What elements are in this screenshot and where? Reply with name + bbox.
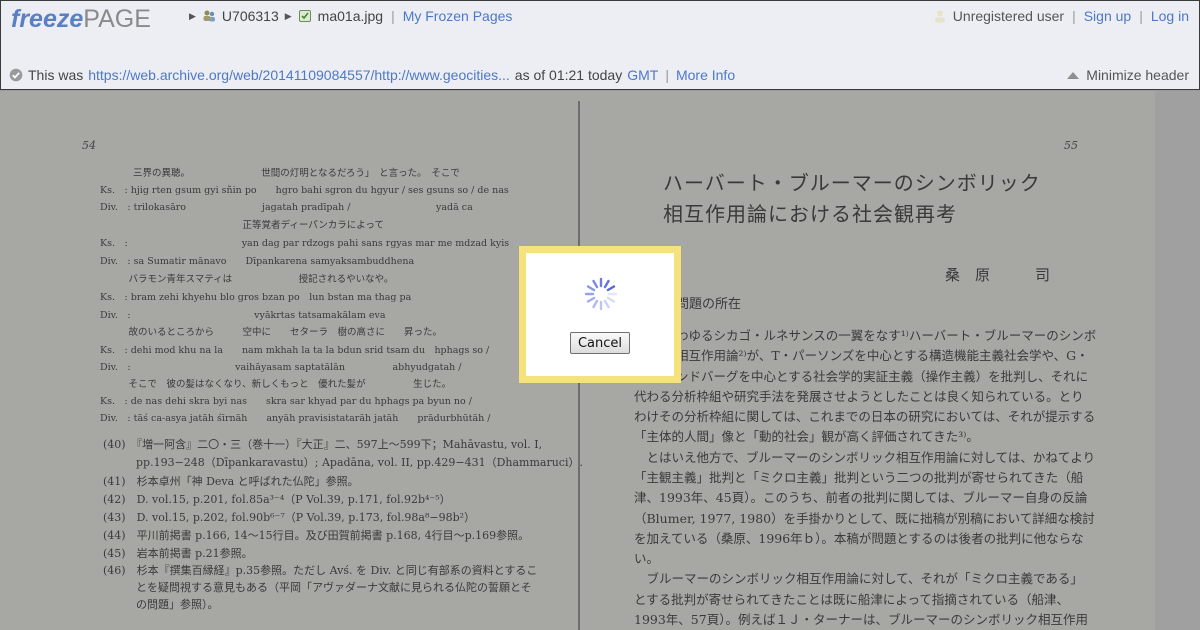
breadcrumb: ▶ U706313 ▶ ma01a.jpg | My Frozen Pages (189, 8, 512, 24)
note-line: の問題」参照）。 (103, 598, 219, 611)
note-line: (44) 平川前掲書 p.166, 14〜15行目。及び田賀前掲書 p.168,… (103, 529, 530, 542)
freezepage-logo[interactable]: freezePAGE (11, 5, 151, 34)
separator: | (391, 8, 395, 24)
my-frozen-pages-link[interactable]: My Frozen Pages (403, 8, 513, 24)
text-line: 津、1993年、45頁）。このうち、前者の批判に関しては、ブルーマー自身の反論 (634, 490, 1088, 505)
text-line: Ks. : dehi mod khu na la nam mkhah la ta… (100, 345, 490, 356)
text-line: とはいえ他方で、ブルーマーのシンボリック相互作用論に対しては、かねてより (634, 450, 1096, 465)
text-line: 三界の異聴。 世間の灯明となるだろう」 と言った。 そこで (133, 168, 460, 179)
note-line: (46) 杉本『撰集百縁経』p.35参照。ただし Avś. を Div. と同じ… (103, 564, 538, 577)
text-line: Div. : tāś ca-asya jatāh śīrnāh anyāh pr… (100, 413, 491, 424)
text-line: 「主体的人間」像と「動的社会」観が高く評価されてきた³⁾。 (634, 429, 979, 444)
check-circle-icon (9, 68, 23, 82)
spinner-spoke (606, 296, 616, 303)
left-page-number: 54 (82, 139, 96, 152)
more-info-link[interactable]: More Info (676, 67, 735, 83)
text-line: Ks. : bram zehi khyehu blo gros bzan po … (100, 292, 412, 303)
text-line: 正等覚者ディーパンカラによって (100, 220, 384, 231)
log-in-link[interactable]: Log in (1151, 8, 1189, 24)
separator: | (1139, 8, 1143, 24)
note-line: (41) 杉本卓州「神 Deva と呼ばれた仏陀」参照。 (103, 475, 359, 488)
text-line: Div. : vaihāyasam saptatālān abhyudgatah… (100, 362, 462, 373)
article-title-line-2: 相互作用論における社会観再考 (663, 202, 957, 226)
spinner-spoke (592, 299, 599, 309)
minimize-header-button[interactable]: Minimize header (1066, 67, 1189, 83)
author-name: 桑 原 司 (945, 266, 1051, 284)
loading-spinner-icon (584, 277, 618, 311)
spinner-spoke (603, 299, 610, 309)
text-line: Div. : trilokasāro jagatah pradīpah / ya… (100, 202, 473, 213)
breadcrumb-user-id[interactable]: U706313 (222, 8, 279, 24)
minimize-header-label: Minimize header (1086, 67, 1189, 83)
separator: | (665, 67, 669, 83)
triangle-up-icon (1067, 72, 1080, 79)
cancel-button[interactable]: Cancel (570, 332, 630, 354)
spinner-spoke (606, 285, 616, 292)
user-area: Unregistered user | Sign up | Log in (933, 8, 1189, 24)
spinner-spoke (603, 279, 610, 289)
image-file-icon (298, 10, 311, 22)
note-line: pp.193−248（Dīpankaravastu）; Apadāna, vol… (103, 456, 583, 469)
user-status: Unregistered user (952, 8, 1065, 24)
chevron-right-icon: ▶ (284, 10, 292, 21)
text-line: 代わる分析枠組や研究手法を発展させようとしたことは良く知られている。とり (634, 389, 1084, 404)
text-line: Ks. : yan dag par rdzogs pahi sans rgyas… (100, 238, 510, 249)
spinner-spoke (586, 285, 596, 292)
text-line: ブルーマーのシンボリック相互作用論に対して、それが「ミクロ主義である」 (634, 571, 1083, 586)
spinner-spoke (586, 296, 596, 303)
note-line: (40) 『増一阿含』二〇・三（巻十一）『大正』二、597上〜599下；Mahā… (103, 438, 543, 451)
note-line: (43) D. vol.15, p.202, fol.90b⁶⁻⁷（P Vol.… (103, 511, 476, 524)
text-line: バラモン青年スマティは 授記されるやいなや。 (100, 274, 394, 285)
note-line: (45) 岩本前掲書 p.21参照。 (103, 547, 253, 560)
logo-part-page: PAGE (83, 5, 151, 33)
text-line: 相互作用論²⁾が、T・パーソンズを中心とする構造機能主義社会学や、G・ (676, 348, 1089, 363)
separator: | (1072, 8, 1076, 24)
freezepage-header: freezePAGE ▶ U706313 ▶ ma01a.jpg | My Fr… (0, 0, 1200, 90)
user-icon (934, 10, 945, 23)
text-line: い。 (634, 551, 660, 566)
users-icon (203, 10, 215, 22)
text-line: を加えている（桑原、1996年ｂ）。本稿が問題とするのは後者の批判に他ならな (634, 531, 1084, 546)
text-line: とする批判が寄せられてきたことは既に船津によって指摘されている（船津、 (634, 592, 1070, 607)
section-heading: 問題の所在 (676, 297, 742, 312)
loading-dialog: Cancel (519, 246, 681, 383)
text-line: わゆるシカゴ・ルネサンスの一翼をなす¹⁾ハーバート・ブルーマーのシンボ (676, 328, 1097, 343)
text-line: 故のいるところから 空中に セターラ 樹の高さに 昇った。 (100, 327, 443, 338)
text-line: Div. : vyākrtas tatsamakālam eva (100, 310, 386, 321)
info-as-of: as of 01:21 today (514, 67, 623, 83)
spinner-spoke (592, 279, 599, 289)
text-line: わけその分析枠組に関しては、これまでの日本の研究においては、それが提示する (634, 409, 1096, 424)
article-title-line-1: ハーバート・ブルーマーのシンボリック (663, 171, 1041, 195)
timezone-link[interactable]: GMT (627, 67, 658, 83)
info-prefix: This was (28, 67, 84, 83)
logo-part-freeze: freeze (11, 5, 84, 33)
sign-up-link[interactable]: Sign up (1084, 8, 1131, 24)
text-line: そこで 彼の髪はなくなり、新しくもっと 優れた髪が 生じた。 (100, 379, 452, 390)
breadcrumb-filename[interactable]: ma01a.jpg (318, 8, 383, 24)
chevron-right-icon: ▶ (189, 10, 196, 21)
source-url-link[interactable]: https://web.archive.org/web/201411090845… (88, 67, 510, 83)
text-line: Ks. : hjig rten gsum gyi sñin po hgro ba… (100, 185, 509, 196)
note-line: とを疑問視する意見もある（平岡「アヴァダーナ文献に見られる仏陀の誓願とそ (103, 581, 532, 594)
archive-info-bar: This was https://web.archive.org/web/201… (9, 67, 735, 83)
note-line: (42) D. vol.15, p.201, fol.85a³⁻⁴（P Vol.… (103, 493, 451, 506)
text-line: 1993年、57頁）。例えば１Ｊ・ターナーは、ブルーマーのシンボリック相互作用 (634, 612, 1088, 627)
text-line: ンドバーグを中心とする社会学的実証主義（操作主義）を批判し、それに (676, 369, 1089, 384)
text-line: （Blumer, 1977, 1980）を手掛かりとして、既に拙稿が別稿において… (634, 511, 1095, 526)
right-page-number: 55 (1064, 139, 1078, 152)
scan-background-edge (1155, 91, 1200, 630)
text-line: Ks. : de nas dehi skra byi nas skra sar … (100, 396, 472, 407)
text-line: 「主観主義」批判と「ミクロ主義」批判という二つの批判が寄せられてきた（船 (634, 470, 1084, 485)
text-line: Div. : sa Sumatir mānavo Dīpankarena sam… (100, 256, 415, 267)
